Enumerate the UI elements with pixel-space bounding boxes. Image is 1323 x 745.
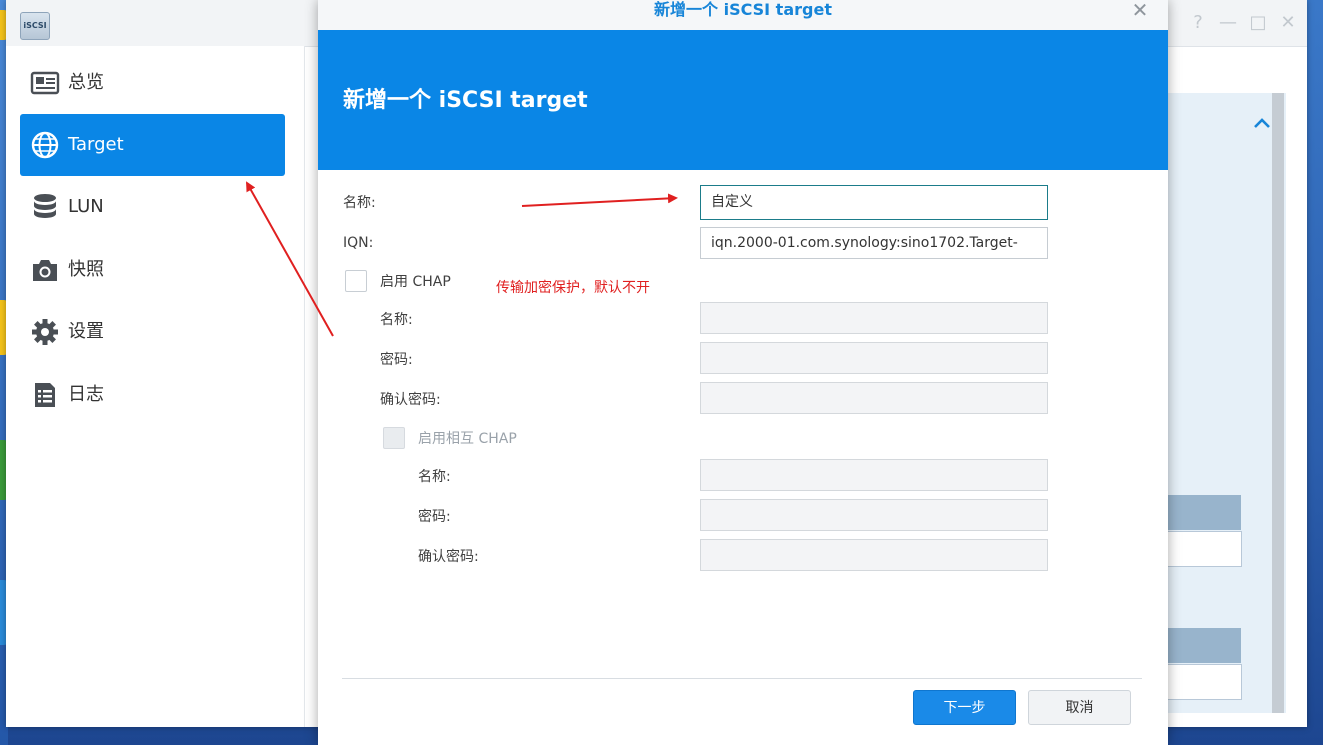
minimize-icon[interactable]: — — [1217, 12, 1239, 34]
sidebar-item-lun[interactable]: LUN — [20, 176, 285, 238]
chap-name-input[interactable] — [700, 302, 1048, 334]
sidebar-item-log[interactable]: 日志 — [20, 364, 285, 426]
globe-icon — [31, 131, 59, 159]
chevron-up-icon[interactable] — [1252, 116, 1272, 130]
mutual-confirm-password-input[interactable] — [700, 539, 1048, 571]
maximize-icon[interactable]: □ — [1247, 12, 1269, 34]
overview-icon — [30, 71, 60, 95]
mutual-confirm-password-label: 确认密码: — [418, 549, 479, 565]
dialog-title: 新增一个 iSCSI target — [654, 0, 832, 19]
content-panel-background — [1164, 93, 1286, 713]
iqn-input[interactable]: iqn.2000-01.com.synology:sino1702.Target… — [700, 227, 1048, 259]
new-iscsi-target-dialog: 新增一个 iSCSI target ✕ 新增一个 iSCSI target 名称… — [318, 0, 1168, 745]
sidebar: 总览 Target LUN 快照 设置 日志 — [6, 46, 305, 727]
footer-divider — [342, 678, 1142, 679]
sidebar-item-snapshot[interactable]: 快照 — [20, 239, 285, 301]
close-icon[interactable]: ✕ — [1128, 0, 1152, 20]
mutual-name-label: 名称: — [418, 469, 451, 485]
sidebar-item-settings[interactable]: 设置 — [20, 301, 285, 363]
annotation-text: 传输加密保护，默认不开 — [496, 280, 650, 296]
chap-password-label: 密码: — [380, 352, 413, 368]
chap-confirm-password-label: 确认密码: — [380, 392, 441, 408]
chap-name-label: 名称: — [380, 312, 413, 328]
list-item-fragment — [1164, 531, 1242, 567]
sidebar-item-label: LUN — [68, 196, 104, 217]
dialog-heading: 新增一个 iSCSI target — [343, 88, 588, 113]
window-close-icon[interactable]: ✕ — [1277, 12, 1299, 34]
enable-chap-checkbox[interactable] — [345, 270, 367, 292]
log-icon — [35, 383, 55, 407]
list-item-fragment — [1164, 664, 1242, 700]
list-header-fragment — [1164, 495, 1241, 530]
sidebar-item-target[interactable]: Target — [20, 114, 285, 176]
enable-chap-label: 启用 CHAP — [380, 274, 451, 290]
mutual-password-label: 密码: — [418, 509, 451, 525]
dialog-titlebar: 新增一个 iSCSI target ✕ — [318, 0, 1168, 30]
dialog-header: 新增一个 iSCSI target — [318, 30, 1168, 170]
sidebar-item-label: Target — [68, 134, 124, 155]
list-header-fragment — [1164, 628, 1241, 663]
enable-mutual-chap-label: 启用相互 CHAP — [418, 431, 517, 447]
camera-icon — [33, 260, 57, 281]
mutual-name-input[interactable] — [700, 459, 1048, 491]
scrollbar[interactable] — [1272, 93, 1284, 713]
sidebar-item-label: 总览 — [68, 72, 104, 93]
gear-icon — [32, 319, 58, 345]
sidebar-item-overview[interactable]: 总览 — [20, 52, 285, 114]
name-input[interactable]: 自定义 — [700, 185, 1048, 220]
cancel-button[interactable]: 取消 — [1028, 690, 1131, 725]
next-button[interactable]: 下一步 — [913, 690, 1016, 725]
sidebar-item-label: 快照 — [68, 259, 104, 280]
sidebar-item-label: 设置 — [68, 321, 104, 342]
enable-mutual-chap-checkbox[interactable] — [383, 427, 405, 449]
mutual-password-input[interactable] — [700, 499, 1048, 531]
chap-password-input[interactable] — [700, 342, 1048, 374]
help-icon[interactable]: ? — [1187, 12, 1209, 34]
database-icon — [34, 194, 56, 218]
iscsi-app-icon: iSCSI — [20, 12, 50, 40]
chap-confirm-password-input[interactable] — [700, 382, 1048, 414]
sidebar-item-label: 日志 — [68, 384, 104, 405]
iqn-label: IQN: — [343, 235, 374, 251]
name-label: 名称: — [343, 195, 376, 211]
